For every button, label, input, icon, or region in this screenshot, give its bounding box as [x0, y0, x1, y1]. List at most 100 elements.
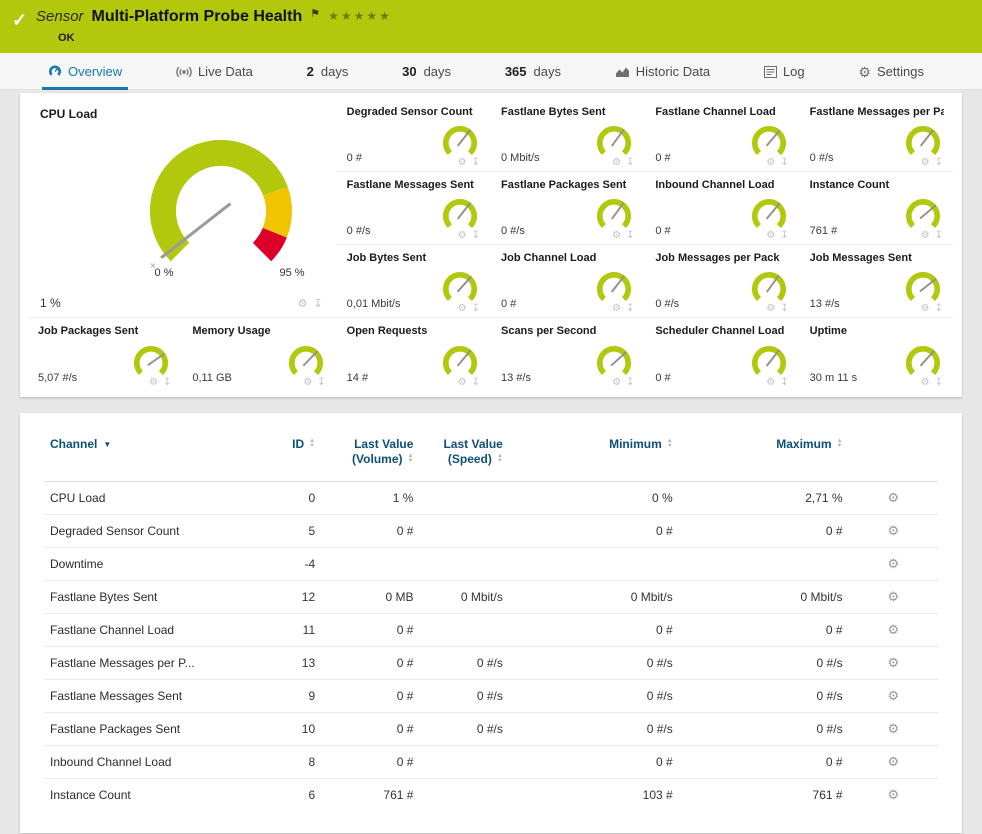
gear-icon[interactable]: ⚙: [766, 158, 775, 168]
pin-icon[interactable]: ↧: [626, 378, 634, 388]
gear-icon[interactable]: ⚙: [458, 378, 467, 388]
gear-icon[interactable]: ⚙: [612, 231, 621, 241]
gear-icon[interactable]: ⚙: [612, 378, 621, 388]
settings-icon: ⚙: [858, 66, 871, 78]
pin-icon[interactable]: ↧: [780, 304, 788, 314]
tab-2-days[interactable]: 2days: [301, 53, 355, 90]
gauge-column: ⚙↧: [902, 125, 944, 171]
gauge-actions: ⚙↧: [921, 158, 944, 171]
pin-icon[interactable]: ↧: [780, 378, 788, 388]
gauge-tile-job-bytes-sent: Job Bytes Sent0,01 Mbit/s⚙↧: [337, 245, 491, 318]
tab-settings[interactable]: ⚙Settings: [852, 53, 930, 90]
cell-last-value-speed: 0 #/s: [419, 713, 508, 746]
tab-log[interactable]: Log: [758, 53, 811, 90]
pin-icon[interactable]: ↧: [935, 304, 943, 314]
gauge-title: Uptime: [810, 324, 944, 338]
pin-icon[interactable]: ↧: [626, 231, 634, 241]
channel-settings-gear-icon[interactable]: ⚙: [887, 721, 899, 736]
column-header-id[interactable]: ID▲▼: [259, 427, 322, 482]
channel-settings-gear-icon[interactable]: ⚙: [887, 523, 899, 538]
channel-settings-gear-icon[interactable]: ⚙: [887, 754, 899, 769]
gear-icon[interactable]: ⚙: [149, 378, 158, 388]
gauge-dial: [748, 271, 790, 307]
tab-label-strong: 30: [402, 64, 416, 79]
sort-icon: ▲▼: [667, 439, 673, 449]
pin-icon[interactable]: ↧: [626, 158, 634, 168]
gauge-dial: [748, 198, 790, 234]
pin-icon[interactable]: ↧: [935, 158, 943, 168]
gear-icon[interactable]: ⚙: [458, 304, 467, 314]
column-header-max[interactable]: Maximum▲▼: [679, 427, 849, 482]
gauge-column: ⚙↧: [593, 345, 635, 391]
cpu-load-gauge: × 0 % 95 %: [106, 119, 336, 284]
pin-icon[interactable]: ↧: [472, 231, 480, 241]
channel-settings-gear-icon[interactable]: ⚙: [887, 589, 899, 604]
gauge-tile-job-channel-load: Job Channel Load0 #⚙↧: [491, 245, 645, 318]
gauge-dial: [593, 345, 635, 381]
pin-icon[interactable]: ↧: [163, 378, 171, 388]
gauge-value: 761 #: [810, 225, 838, 244]
gauge-body: 761 # ⚙ ↧: [810, 192, 944, 244]
gear-icon[interactable]: ⚙: [458, 158, 467, 168]
pin-icon[interactable]: ↧: [780, 158, 788, 168]
tab-overview[interactable]: Overview: [42, 53, 128, 90]
tab-label: Historic Data: [636, 64, 710, 79]
flag-icon[interactable]: ⚑: [310, 7, 320, 20]
gear-icon[interactable]: ⚙: [921, 304, 930, 314]
pin-icon[interactable]: ↧: [317, 378, 325, 388]
pin-icon[interactable]: ↧: [935, 378, 943, 388]
channel-settings-gear-icon[interactable]: ⚙: [887, 622, 899, 637]
cell-minimum: [509, 548, 679, 581]
gear-icon[interactable]: ⚙: [766, 378, 775, 388]
gear-icon[interactable]: ⚙: [612, 304, 621, 314]
gauge-value: 0 #/s: [810, 152, 834, 171]
channel-settings-gear-icon[interactable]: ⚙: [887, 787, 899, 802]
column-header-speed[interactable]: Last Value(Speed)▲▼: [419, 427, 508, 482]
table-body: CPU Load01 %0 %2,71 %⚙Degraded Sensor Co…: [44, 482, 938, 812]
gear-icon[interactable]: ⚙: [921, 378, 930, 388]
gauge-value: 0 #: [347, 152, 362, 171]
tab-historic-data[interactable]: Historic Data: [609, 53, 716, 90]
gear-icon[interactable]: ⚙: [766, 304, 775, 314]
pin-icon[interactable]: ↧: [472, 304, 480, 314]
gear-icon[interactable]: ⚙: [921, 231, 930, 241]
column-header-min[interactable]: Minimum▲▼: [509, 427, 679, 482]
gear-icon[interactable]: ⚙: [298, 297, 308, 310]
channel-settings-gear-icon[interactable]: ⚙: [887, 556, 899, 571]
channel-settings-gear-icon[interactable]: ⚙: [887, 655, 899, 670]
priority-stars[interactable]: ★★★★★: [328, 9, 392, 23]
cell-actions: ⚙: [849, 515, 938, 548]
gauge-column: ⚙↧: [285, 345, 327, 391]
tab-365-days[interactable]: 365days: [499, 53, 567, 90]
gauge-arc-red: [262, 233, 275, 252]
pin-icon[interactable]: ↧: [472, 158, 480, 168]
gear-icon[interactable]: ⚙: [921, 158, 930, 168]
column-header-channel[interactable]: Channel▼: [44, 427, 259, 482]
gauge-tile-fastlane-packages-sent: Fastlane Packages Sent0 #/s⚙↧: [491, 172, 645, 245]
pin-icon[interactable]: ↧: [626, 304, 634, 314]
pin-icon[interactable]: ↧: [935, 231, 943, 241]
gear-icon[interactable]: ⚙: [303, 378, 312, 388]
channel-settings-gear-icon[interactable]: ⚙: [887, 688, 899, 703]
cell-minimum: 0 #/s: [509, 647, 679, 680]
gear-icon[interactable]: ⚙: [458, 231, 467, 241]
gear-icon[interactable]: ⚙: [766, 231, 775, 241]
gauge-column: ⚙↧: [902, 345, 944, 391]
caret-down-icon: ▼: [103, 440, 111, 449]
pin-icon[interactable]: ↧: [472, 378, 480, 388]
channel-settings-gear-icon[interactable]: ⚙: [887, 490, 899, 505]
gear-icon[interactable]: ⚙: [612, 158, 621, 168]
pin-icon[interactable]: ↧: [780, 231, 788, 241]
column-header-volume[interactable]: Last Value(Volume)▲▼: [321, 427, 419, 482]
column-header-actions: [849, 427, 938, 482]
gauge-actions: ⚙↧: [303, 378, 326, 391]
tab-30-days[interactable]: 30days: [396, 53, 457, 90]
tab-live-data[interactable]: Live Data: [170, 53, 259, 90]
cell-maximum: [679, 548, 849, 581]
pin-icon[interactable]: ↧: [313, 297, 322, 310]
live-icon: [176, 66, 192, 78]
gauge-tile-cpu-load: CPU Load × 0 % 95 % 1 % ⚙: [28, 99, 337, 318]
cell-id: 0: [259, 482, 322, 515]
table-row-cpu-load: CPU Load01 %0 %2,71 %⚙: [44, 482, 938, 515]
gauge-body: 13 #/s⚙↧: [810, 265, 944, 317]
